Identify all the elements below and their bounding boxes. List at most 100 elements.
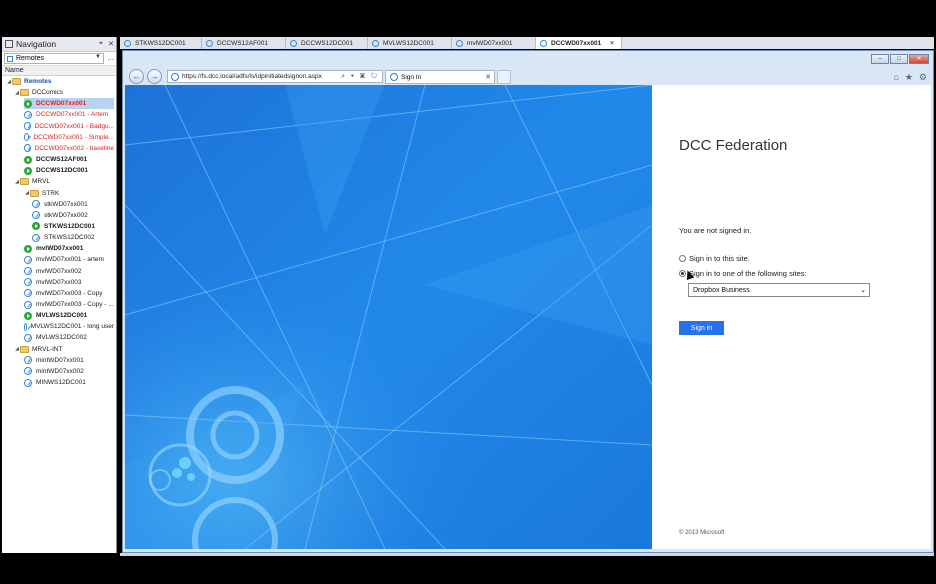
tree-item[interactable]: STKWS12DC001 — [32, 221, 114, 232]
pin-icon[interactable]: ⌖ — [96, 40, 106, 48]
tree-item[interactable]: DCCWS12DC001 — [24, 165, 114, 176]
tree-item[interactable]: DCCWS12AF001 — [24, 154, 114, 165]
tree-item[interactable]: stkWD07xx002 — [32, 210, 114, 221]
source-select[interactable]: Remotes ▼ — [4, 53, 104, 64]
tree-item-label: DCCWS12AF001 — [36, 156, 88, 164]
session-tab[interactable]: mvlWD07xx001 — [452, 37, 536, 49]
tree-item[interactable]: MINWS12DC001 — [24, 377, 114, 388]
tree-item[interactable]: mvlWD07xx001 - artem — [24, 254, 114, 265]
tree-item-label: DCCWD07xx002 - baseline — [34, 144, 114, 152]
remote-desktop-icon — [32, 211, 40, 220]
connected-session-icon — [24, 244, 32, 253]
remote-desktop-icon — [456, 39, 463, 47]
tree-folder[interactable]: ◢ DCComics — [14, 87, 114, 98]
tree-item[interactable]: mvlWD07xx003 - Copy - ... — [24, 299, 114, 310]
tree-item[interactable]: stkWD07xx001 — [32, 199, 114, 210]
tree-item[interactable]: mvlWD07xx002 — [24, 266, 114, 277]
source-select-icon — [7, 55, 13, 62]
tree-item[interactable]: MVLWS12DC002 — [24, 332, 114, 343]
tree-item[interactable]: DCCWD07xx001 — [24, 98, 114, 110]
relying-party-select[interactable]: Dropbox Business ⌄ — [688, 283, 870, 297]
sign-in-status-text: You are not signed in. — [679, 226, 752, 235]
sign-in-illustration — [125, 85, 652, 549]
tree-folder[interactable]: ◢ STRK — [24, 188, 114, 199]
name-column-header[interactable]: Name — [2, 66, 116, 76]
navigation-header: Navigation ⌖ ✕ — [2, 37, 116, 52]
navigation-icon — [5, 40, 13, 48]
more-options-button[interactable]: … — [107, 55, 114, 62]
browser-toolbar-icons: ⌂ ★ ⚙ — [893, 72, 927, 83]
tree-folder[interactable]: ◢ MRVL — [14, 176, 114, 187]
tree-item-label: STKWS12DC002 — [44, 234, 95, 242]
address-tools-icons[interactable]: ⌕ ▾ ▣ ↻ — [341, 73, 379, 81]
session-tab[interactable]: DCCWS12DC001 — [286, 37, 368, 49]
tree-folder[interactable]: ◢ MRVL-INT — [14, 344, 114, 355]
session-tab-label: DCCWS12AF001 — [217, 39, 268, 47]
browser-tab-sign-in[interactable]: Sign In ✕ — [385, 70, 495, 84]
tree-item-label: mintWD07xx002 — [36, 367, 84, 375]
tree-item[interactable]: MVLWS12DC001 — [24, 310, 114, 321]
tree-item[interactable]: mvlWD07xx003 — [24, 277, 114, 288]
status-strip — [120, 553, 934, 556]
tree-item-label: DCCWS12DC001 — [36, 167, 89, 175]
tree-folder[interactable]: ◢ Remotes — [6, 76, 114, 87]
tree-item[interactable]: mintWD07xx001 — [24, 355, 114, 366]
tree-item-label: MRVL — [32, 178, 50, 186]
remote-desktop-icon — [24, 300, 32, 309]
tree-item[interactable]: DCCWD07xx002 - baseline — [24, 143, 114, 154]
tree-item-label: mintWD07xx001 — [36, 356, 84, 364]
tree-item-label: DCCWD07xx001 - Artem — [36, 111, 109, 119]
address-bar[interactable]: https://fs.dcc.local/adfs/ls/idpinitiate… — [167, 70, 383, 83]
settings-gear-icon[interactable]: ⚙ — [919, 72, 927, 83]
tree-item-label: mvlWD07xx001 — [36, 245, 84, 253]
chevron-down-icon: ▼ — [95, 54, 101, 60]
sign-in-other-sites-label: Sign in to one of the following sites: — [689, 269, 807, 278]
favorites-icon[interactable]: ★ — [905, 72, 913, 83]
close-icon[interactable]: ✕ — [106, 40, 116, 48]
window-controls: – □ ✕ — [871, 54, 929, 64]
tree-item-label: mvlWD07xx001 - artem — [36, 256, 104, 264]
ie-icon — [171, 72, 179, 81]
tree-item-label: MINWS12DC001 — [36, 379, 86, 387]
sign-in-this-site-radio[interactable] — [679, 255, 686, 262]
sign-in-other-sites-option[interactable]: Sign in to one of the following sites: — [679, 269, 807, 278]
source-select-value: Remotes — [16, 55, 45, 62]
forward-button[interactable]: → — [147, 69, 162, 84]
new-tab-button[interactable] — [497, 70, 511, 84]
sign-in-button[interactable]: Sign in — [679, 321, 724, 335]
tree-item-label: mvlWD07xx002 — [36, 267, 82, 275]
session-tab-label: MVLWS12DC001 — [383, 39, 434, 47]
close-window-button[interactable]: ✕ — [909, 54, 929, 64]
tree-item[interactable]: mintWD07xx002 — [24, 366, 114, 377]
tree-item[interactable]: DCCWD07xx001 - Badgu... — [24, 121, 114, 132]
tree-item-label: MVLWS12DC001 - long user — [30, 323, 114, 331]
tree-item[interactable]: DCCWD07xx001 - Simple... — [24, 132, 114, 143]
tree-item-label: DCCWD07xx001 - Badgu... — [34, 122, 114, 130]
sign-in-this-site-option[interactable]: Sign in to this site. — [679, 254, 750, 263]
session-tab[interactable]: DCCWS12AF001 — [202, 37, 286, 49]
tree-item-label: mvlWD07xx003 - Copy — [36, 289, 103, 297]
tree-item[interactable]: MVLWS12DC001 - long user — [24, 321, 114, 332]
session-tab[interactable]: DCCWD07xx001 ✕ — [536, 37, 622, 49]
remote-desktop-icon — [540, 39, 547, 47]
minimize-button[interactable]: – — [871, 54, 889, 64]
close-session-tab-icon[interactable]: ✕ — [609, 39, 614, 47]
tree-item[interactable]: mvlWD07xx003 - Copy — [24, 288, 114, 299]
back-button[interactable]: ← — [129, 69, 144, 84]
connected-session-icon — [24, 99, 32, 108]
remote-desktop-icon — [206, 39, 213, 47]
tree-item[interactable]: STKWS12DC002 — [32, 232, 114, 243]
close-tab-icon[interactable]: ✕ — [485, 73, 491, 81]
ie-icon — [390, 73, 398, 81]
home-icon[interactable]: ⌂ — [893, 72, 898, 83]
folder-icon — [20, 178, 29, 186]
maximize-button[interactable]: □ — [890, 54, 908, 64]
copyright-text: © 2013 Microsoft — [679, 530, 725, 536]
tree-item[interactable]: DCCWD07xx001 - Artem — [24, 109, 114, 120]
tree-item[interactable]: mvlWD07xx001 — [24, 243, 114, 254]
remote-browser-window: – □ ✕ ← → https://fs.dcc.local/adfs/ls/i… — [122, 50, 934, 553]
tree-item-label: mvlWD07xx003 — [36, 278, 82, 286]
session-tab[interactable]: MVLWS12DC001 — [368, 37, 452, 49]
session-tab[interactable]: STKWS12DC001 — [120, 37, 202, 49]
session-tab-label: DCCWS12DC001 — [301, 39, 354, 47]
